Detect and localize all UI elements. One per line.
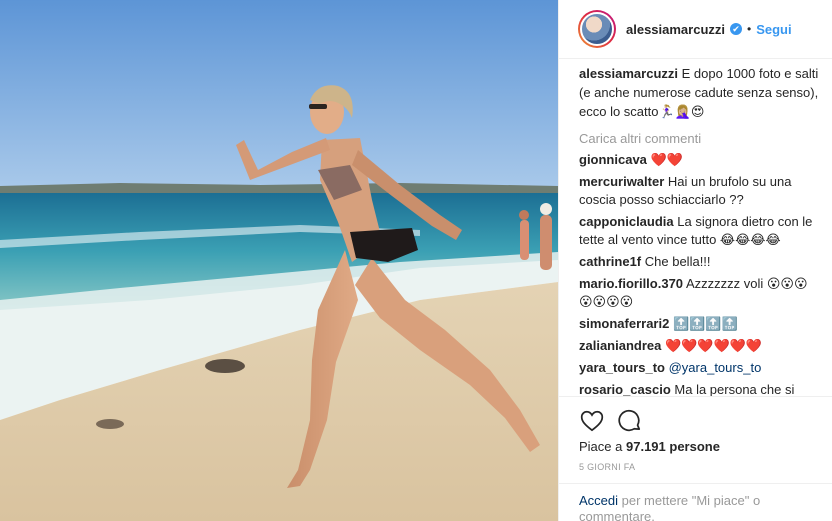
comment-text: ❤️❤️ [650,152,683,167]
likes-count[interactable]: Piace a 97.191 persone [579,439,813,454]
post-actions: Piace a 97.191 persone 5 GIORNI FA [559,396,832,472]
comment-username[interactable]: rosario_cascio [579,382,671,396]
login-prompt: Accedi per mettere "Mi piace" o commenta… [559,483,832,521]
login-link[interactable]: Accedi [579,493,618,508]
verified-badge-icon: ✔ [730,23,743,35]
comment-username[interactable]: cathrine1f [579,254,641,269]
comment-text: ❤️❤️❤️❤️❤️❤️ [665,338,763,353]
comment-item: gionnicava ❤️❤️ [579,151,819,169]
comment-text: 🔝🔝🔝🔝 [672,316,738,331]
comment-username[interactable]: mario.fiorillo.370 [579,276,683,291]
comment-username[interactable]: simonaferrari2 [579,316,669,331]
post-header: alessiamarcuzzi ✔ • Segui [559,0,832,59]
heart-icon[interactable] [579,408,605,434]
beach-photo [0,0,558,521]
comment-item: rosario_cascio Ma la persona che si vede [579,381,819,396]
separator-dot: • [747,22,752,36]
action-icons [579,403,813,439]
comment-username[interactable]: yara_tours_to [579,360,665,375]
likes-number: 97.191 [626,439,666,454]
comment-item: zalianiandrea ❤️❤️❤️❤️❤️❤️ [579,337,819,355]
comment-username[interactable]: capponiclaudia [579,214,674,229]
instagram-post: alessiamarcuzzi ✔ • Segui alessiamarcuzz… [0,0,832,521]
comment-item: simonaferrari2 🔝🔝🔝🔝 [579,315,819,333]
comment-text: Che bella!!! [644,254,711,269]
caption-username[interactable]: alessiamarcuzzi [579,66,678,81]
avatar[interactable] [578,10,616,48]
load-more-comments-button[interactable]: Carica altri commenti [579,129,819,148]
post-caption: alessiamarcuzzi E dopo 1000 foto e salti… [579,64,819,121]
comment-item: cathrine1f Che bella!!! [579,253,819,271]
comment-item: mario.fiorillo.370 Azzzzzzz voli 😮😮😮😮😮😮😮 [579,275,819,311]
likes-suffix: persone [669,439,720,454]
rock [205,359,245,373]
comments-list[interactable]: alessiamarcuzzi E dopo 1000 foto e salti… [559,60,832,396]
header-username[interactable]: alessiamarcuzzi [626,22,725,37]
follow-button[interactable]: Segui [756,22,791,37]
post-timestamp[interactable]: 5 GIORNI FA [579,462,813,472]
comment-item: yara_tours_to @yara_tours_to [579,359,819,377]
comment-username[interactable]: mercuriwalter [579,174,664,189]
comment-username[interactable]: zalianiandrea [579,338,661,353]
comment-item: capponiclaudia La signora dietro con le … [579,213,819,249]
comment-icon[interactable] [617,408,643,434]
comment-item: mercuriwalter Hai un brufolo su una cosc… [579,173,819,209]
comment-mention-link[interactable]: @yara_tours_to [669,360,762,375]
comment-username[interactable]: gionnicava [579,152,647,167]
post-photo[interactable] [0,0,558,521]
rock [96,419,124,429]
post-sidebar: alessiamarcuzzi ✔ • Segui alessiamarcuzz… [558,0,832,521]
likes-prefix: Piace a [579,439,623,454]
